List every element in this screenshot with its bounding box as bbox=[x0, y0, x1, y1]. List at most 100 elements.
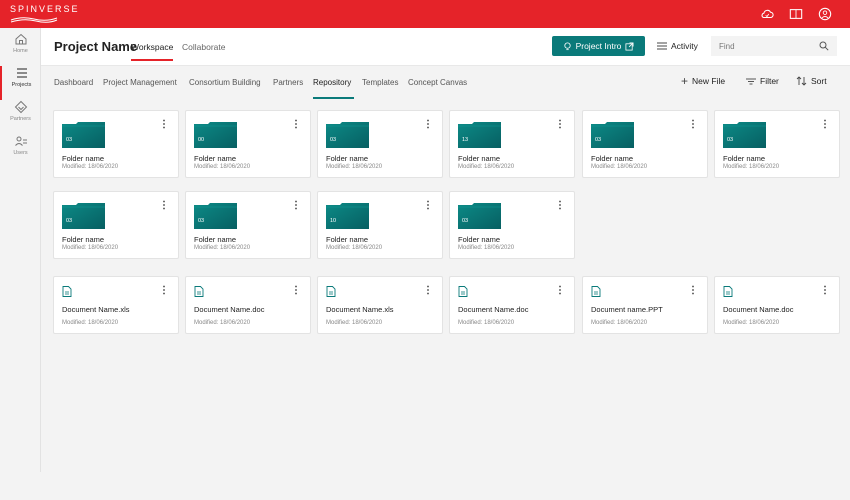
plus-icon: + bbox=[681, 74, 689, 88]
folder-icon bbox=[458, 203, 501, 229]
filter-icon bbox=[746, 78, 756, 84]
document-modified: Modified: 18/06/2020 bbox=[591, 320, 648, 326]
more-options-icon[interactable]: ⋮ bbox=[555, 286, 565, 296]
document-card[interactable]: ⋮ Document Name.doc Modified: 18/06/2020 bbox=[449, 276, 575, 334]
document-card[interactable]: ⋮ Document Name.doc Modified: 18/06/2020 bbox=[714, 276, 840, 334]
more-options-icon[interactable]: ⋮ bbox=[820, 120, 830, 130]
folder-icon bbox=[326, 203, 369, 229]
more-options-icon[interactable]: ⋮ bbox=[159, 120, 169, 130]
sidebar-item-label: Projects bbox=[11, 82, 32, 88]
folder-number: 03 bbox=[727, 137, 734, 143]
tab-templates[interactable]: Templates bbox=[362, 78, 398, 87]
search-icon[interactable] bbox=[819, 41, 829, 51]
folder-icon bbox=[458, 122, 501, 148]
new-file-button[interactable]: + New File bbox=[681, 74, 725, 88]
logo-swoosh bbox=[10, 17, 58, 23]
sort-button[interactable]: Sort bbox=[796, 76, 827, 86]
more-options-icon[interactable]: ⋮ bbox=[159, 201, 169, 211]
folder-modified: Modified: 18/06/2020 bbox=[62, 245, 119, 251]
document-icon bbox=[326, 286, 336, 297]
folder-number: 03 bbox=[462, 218, 469, 224]
external-link-icon bbox=[625, 41, 634, 51]
more-options-icon[interactable]: ⋮ bbox=[688, 120, 698, 130]
folder-modified: Modified: 18/06/2020 bbox=[326, 245, 383, 251]
folder-card[interactable]: 13 ⋮ Folder name Modified: 18/06/2020 bbox=[449, 110, 575, 178]
more-options-icon[interactable]: ⋮ bbox=[291, 286, 301, 296]
document-name: Document Name.doc bbox=[458, 305, 529, 314]
project-intro-button[interactable]: Project Intro bbox=[552, 36, 645, 56]
document-card[interactable]: ⋮ Document Name.xls Modified: 18/06/2020 bbox=[317, 276, 443, 334]
document-name: Document name.PPT bbox=[591, 305, 663, 314]
more-options-icon[interactable]: ⋮ bbox=[688, 286, 698, 296]
more-options-icon[interactable]: ⋮ bbox=[555, 120, 565, 130]
folder-number: 03 bbox=[330, 137, 337, 143]
document-card[interactable]: ⋮ Document Name.xls Modified: 18/06/2020 bbox=[53, 276, 179, 334]
tab-collaborate[interactable]: Collaborate bbox=[182, 42, 225, 52]
users-icon bbox=[14, 136, 27, 146]
folder-card[interactable]: 10 ⋮ Folder name Modified: 18/06/2020 bbox=[317, 191, 443, 259]
more-options-icon[interactable]: ⋮ bbox=[555, 201, 565, 211]
folder-modified: Modified: 18/06/2020 bbox=[194, 164, 251, 170]
active-subtab-indicator bbox=[313, 97, 354, 99]
repository-nav: Dashboard Project Management Consortium … bbox=[41, 66, 850, 102]
page-title: Project Name bbox=[54, 39, 138, 54]
more-options-icon[interactable]: ⋮ bbox=[820, 286, 830, 296]
folder-name: Folder name bbox=[194, 154, 237, 163]
tab-workspace[interactable]: Workspace bbox=[131, 42, 173, 52]
folder-card[interactable]: 00 ⋮ Folder name Modified: 18/06/2020 bbox=[185, 110, 311, 178]
folder-number: 10 bbox=[330, 218, 337, 224]
sidebar-item-partners[interactable]: Partners bbox=[0, 100, 41, 134]
sidebar-item-projects[interactable]: Projects bbox=[0, 66, 41, 100]
folder-modified: Modified: 18/06/2020 bbox=[194, 245, 251, 251]
folder-number: 03 bbox=[198, 218, 205, 224]
document-name: Document Name.doc bbox=[194, 305, 265, 314]
logo[interactable]: SPINVERSE bbox=[10, 4, 80, 23]
more-options-icon[interactable]: ⋮ bbox=[423, 286, 433, 296]
folder-card[interactable]: 03 ⋮ Folder name Modified: 18/06/2020 bbox=[53, 110, 179, 178]
cloud-icon[interactable] bbox=[760, 7, 774, 21]
book-icon[interactable] bbox=[789, 7, 803, 21]
tab-dashboard[interactable]: Dashboard bbox=[54, 78, 93, 87]
more-options-icon[interactable]: ⋮ bbox=[159, 286, 169, 296]
tab-repository[interactable]: Repository bbox=[313, 78, 351, 87]
sidebar-item-users[interactable]: Users bbox=[0, 134, 41, 168]
more-options-icon[interactable]: ⋮ bbox=[423, 120, 433, 130]
folder-name: Folder name bbox=[62, 154, 105, 163]
tab-partners[interactable]: Partners bbox=[273, 78, 303, 87]
folder-modified: Modified: 18/06/2020 bbox=[723, 164, 780, 170]
more-options-icon[interactable]: ⋮ bbox=[291, 201, 301, 211]
sidebar-item-label: Users bbox=[13, 150, 28, 156]
tab-concept-canvas[interactable]: Concept Canvas bbox=[408, 78, 467, 87]
folder-name: Folder name bbox=[591, 154, 634, 163]
folder-card[interactable]: 03 ⋮ Folder name Modified: 18/06/2020 bbox=[582, 110, 708, 178]
folder-name: Folder name bbox=[194, 235, 237, 244]
folder-icon bbox=[62, 122, 105, 148]
activity-button[interactable]: Activity bbox=[657, 41, 698, 51]
more-options-icon[interactable]: ⋮ bbox=[291, 120, 301, 130]
more-options-icon[interactable]: ⋮ bbox=[423, 201, 433, 211]
folder-name: Folder name bbox=[723, 154, 766, 163]
folder-card[interactable]: 03 ⋮ Folder name Modified: 18/06/2020 bbox=[714, 110, 840, 178]
folder-card[interactable]: 03 ⋮ Folder name Modified: 18/06/2020 bbox=[53, 191, 179, 259]
sort-icon bbox=[796, 76, 807, 86]
document-card[interactable]: ⋮ Document Name.doc Modified: 18/06/2020 bbox=[185, 276, 311, 334]
folder-number: 03 bbox=[66, 137, 73, 143]
filter-label: Filter bbox=[760, 76, 779, 86]
tab-consortium-building[interactable]: Consortium Building bbox=[189, 78, 261, 87]
folder-card[interactable]: 03 ⋮ Folder name Modified: 18/06/2020 bbox=[449, 191, 575, 259]
user-icon[interactable] bbox=[818, 7, 832, 21]
document-modified: Modified: 18/06/2020 bbox=[62, 320, 119, 326]
document-name: Document Name.doc bbox=[723, 305, 794, 314]
filter-button[interactable]: Filter bbox=[746, 76, 779, 86]
folder-name: Folder name bbox=[326, 154, 369, 163]
folder-number: 03 bbox=[595, 137, 602, 143]
document-card[interactable]: ⋮ Document name.PPT Modified: 18/06/2020 bbox=[582, 276, 708, 334]
document-name: Document Name.xls bbox=[62, 305, 130, 314]
lightbulb-icon bbox=[563, 41, 571, 50]
tab-project-management[interactable]: Project Management bbox=[103, 78, 177, 87]
document-icon bbox=[723, 286, 733, 297]
folder-card[interactable]: 03 ⋮ Folder name Modified: 18/06/2020 bbox=[317, 110, 443, 178]
sidebar-item-home[interactable]: Home bbox=[0, 32, 41, 66]
folder-card[interactable]: 03 ⋮ Folder name Modified: 18/06/2020 bbox=[185, 191, 311, 259]
document-name: Document Name.xls bbox=[326, 305, 394, 314]
